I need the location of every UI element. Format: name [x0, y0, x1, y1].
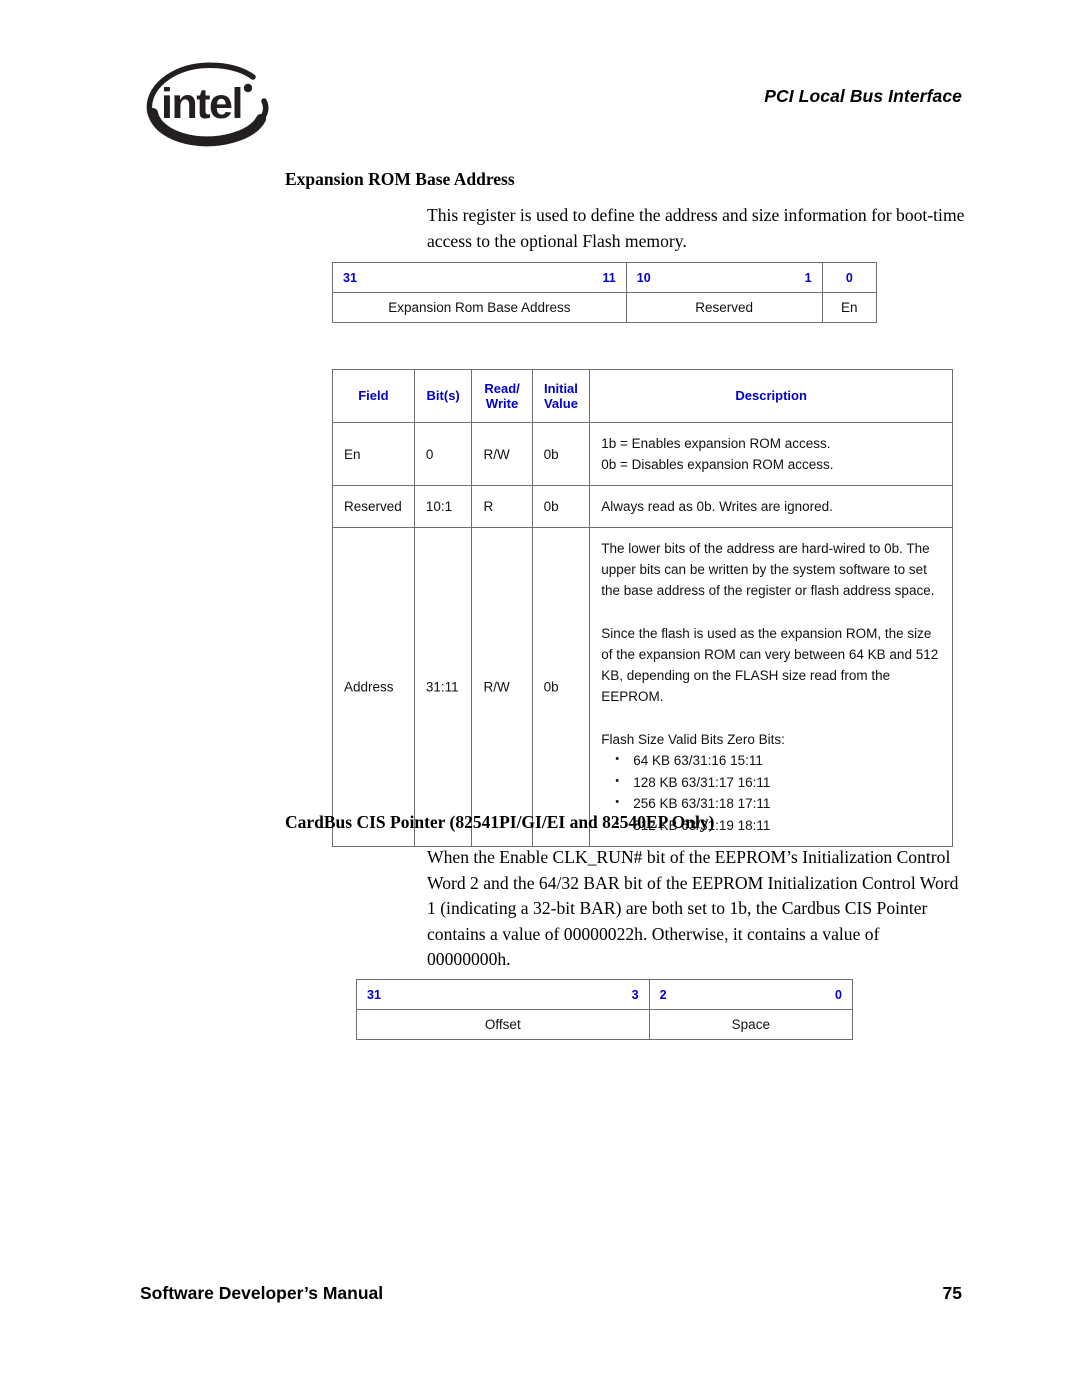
column-header-bits-line1: Bit(s)	[426, 388, 460, 404]
bit-high-label: 31	[343, 270, 357, 285]
cell-initial-value: 0b	[531, 527, 591, 847]
bit-field-name-row: Offset Space	[356, 1009, 854, 1040]
cell-initial-value-text: 0b	[543, 446, 559, 462]
bit-range-cell: 10 1	[625, 262, 823, 293]
cell-description-block: 1b = Enables expansion ROM access. 0b = …	[590, 423, 952, 485]
bit-field-name-cell: En	[821, 292, 878, 323]
footer-title: Software Developer’s Manual	[140, 1283, 384, 1303]
cell-read-write-text: R	[483, 499, 494, 514]
column-header-initial-value-line1: Initial	[543, 380, 578, 396]
column-header-description: Description	[589, 369, 953, 423]
document-page: intel PCI Local Bus Interface Expansion …	[0, 0, 1080, 1397]
cell-read-write-text: R/W	[483, 679, 510, 695]
table-row: Reserved 10:1 R 0b Always read as 0b. Wr…	[332, 485, 953, 528]
field-table-header-row: Field Bit(s) Read/ Write Initial Value D…	[332, 369, 953, 423]
svg-text:intel: intel	[161, 80, 242, 128]
table-row: Address 31:11 R/W 0b The lower bits of t…	[332, 527, 953, 847]
cell-description: Always read as 0b. Writes are ignored.	[589, 485, 953, 528]
bit-layout-table-expansion-rom: 31 11 10 1 0 Expansion Rom Base Address …	[332, 262, 878, 323]
cell-bits: 10:1	[413, 485, 473, 528]
cell-field-text: Reserved	[344, 499, 402, 514]
description-paragraph-2: Since the flash is used as the expansion…	[601, 626, 939, 704]
cell-description-block: The lower bits of the address are hard-w…	[590, 528, 952, 846]
column-header-read-write-line1: Read/	[484, 380, 520, 396]
bit-number-row: 31 3 2 0	[356, 979, 854, 1010]
bit-field-name-cell: Space	[648, 1009, 854, 1040]
description-list-title: Flash Size Valid Bits Zero Bits:	[601, 732, 785, 747]
page-header: intel PCI Local Bus Interface	[0, 0, 1080, 160]
cell-initial-value: 0b	[531, 422, 591, 486]
cell-read-write: R/W	[471, 527, 533, 847]
bit-field-name-cell: Expansion Rom Base Address	[332, 292, 627, 323]
cell-bits: 0	[413, 422, 473, 486]
column-header-bits: Bit(s)	[413, 369, 473, 423]
description-line: 1b = Enables expansion ROM access.	[601, 436, 831, 451]
footer-page-number: 75	[942, 1283, 962, 1303]
bit-high-label: 10	[636, 270, 651, 285]
bit-layout-table-cardbus: 31 3 2 0 Offset Space	[356, 979, 854, 1040]
bit-high-label: 31	[367, 987, 381, 1002]
bit-low-label: 0	[835, 987, 842, 1002]
cell-description: The lower bits of the address are hard-w…	[589, 527, 953, 847]
cell-field: En	[332, 422, 415, 486]
description-line: 0b = Disables expansion ROM access.	[601, 457, 834, 472]
cell-bits-text: 10:1	[425, 499, 453, 514]
cell-bits-text: 0	[425, 446, 434, 462]
cell-read-write: R/W	[471, 422, 533, 486]
cell-description-block: Always read as 0b. Writes are ignored.	[590, 486, 952, 527]
column-header-read-write: Read/ Write	[471, 369, 533, 423]
cell-initial-value-text: 0b	[543, 499, 559, 514]
column-header-initial-value: Initial Value	[531, 369, 591, 423]
section-paragraph-cardbus-cis-pointer: When the Enable CLK_RUN# bit of the EEPR…	[427, 847, 959, 969]
section-heading-cardbus-cis-pointer: CardBus CIS Pointer (82541PI/GI/EI and 8…	[285, 812, 715, 832]
bit-low-label: 1	[804, 270, 812, 285]
cell-field-text: Address	[344, 679, 394, 695]
bit-number-row: 31 11 10 1 0	[332, 262, 878, 293]
column-header-read-write-line2: Write	[485, 396, 519, 411]
bit-field-name-row: Expansion Rom Base Address Reserved En	[332, 292, 878, 323]
cell-field: Address	[332, 527, 415, 847]
cell-read-write: R	[471, 485, 533, 528]
section-heading-expansion-rom: Expansion ROM Base Address	[285, 169, 515, 189]
header-title: PCI Local Bus Interface	[764, 86, 962, 106]
description-paragraph-1: The lower bits of the address are hard-w…	[601, 541, 935, 598]
cell-field-text: En	[344, 446, 361, 462]
field-description-table: Field Bit(s) Read/ Write Initial Value D…	[332, 369, 953, 847]
table-row: En 0 R/W 0b 1b = Enables expansion ROM a…	[332, 422, 953, 486]
cell-field: Reserved	[332, 485, 415, 528]
cell-bits-text: 31:11	[425, 679, 459, 695]
cell-description: 1b = Enables expansion ROM access. 0b = …	[589, 422, 953, 486]
bit-high-label: 0	[845, 270, 853, 285]
bit-field-name-cell: Reserved	[625, 292, 823, 323]
column-header-description-line1: Description	[735, 388, 807, 404]
description-line: Always read as 0b. Writes are ignored.	[601, 499, 833, 514]
bit-high-label: 2	[659, 987, 667, 1002]
bit-range-cell: 31 11	[332, 262, 627, 293]
cell-initial-value-text: 0b	[543, 679, 559, 695]
cell-bits: 31:11	[413, 527, 473, 847]
bit-range-cell: 2 0	[648, 979, 854, 1010]
bit-field-name-cell: Offset	[356, 1009, 650, 1040]
bit-range-cell: 31 3	[356, 979, 650, 1010]
list-item: 64 KB 63/31:16 15:11	[601, 749, 943, 772]
column-header-field-line1: Field	[358, 388, 389, 404]
column-header-field: Field	[332, 369, 415, 423]
bit-range-cell: 0	[821, 262, 878, 293]
cell-read-write-text: R/W	[483, 446, 510, 462]
bit-low-label: 3	[631, 987, 639, 1002]
column-header-initial-value-line2: Value	[543, 396, 578, 411]
list-item: 128 KB 63/31:17 16:11	[601, 771, 943, 794]
intel-logo: intel	[135, 55, 285, 155]
section-paragraph-expansion-rom: This register is used to define the addr…	[427, 205, 965, 251]
cell-initial-value: 0b	[531, 485, 591, 528]
bit-low-label: 11	[602, 270, 616, 285]
intel-logo-svg: intel	[146, 62, 269, 147]
